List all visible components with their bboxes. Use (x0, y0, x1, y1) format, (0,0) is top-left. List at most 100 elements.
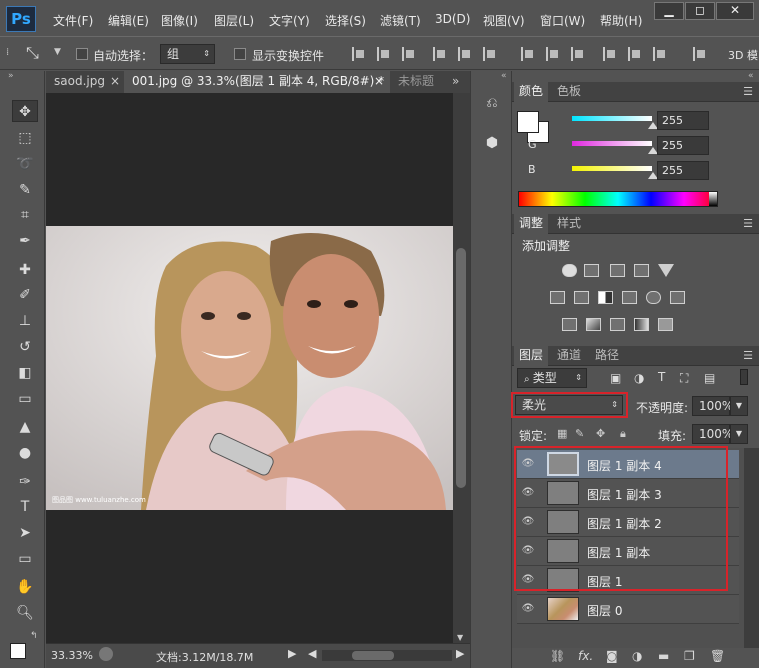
visibility-eye-icon[interactable]: 👁︎ (520, 459, 536, 469)
move-tool-preset-icon[interactable]: ⤡ (26, 43, 39, 63)
layer-row[interactable]: 👁︎ 图层 1 副本 (517, 537, 739, 566)
swap-colors-icon[interactable]: ↰ (30, 631, 38, 641)
panel-menu-icon[interactable]: ☰ (743, 349, 753, 362)
menu-file[interactable]: 文件(F) (53, 12, 93, 29)
layer-row[interactable]: 👁︎ 图层 1 副本 2 (517, 508, 739, 537)
visibility-eye-icon[interactable]: 👁︎ (520, 517, 536, 527)
close-button[interactable]: ✕ (716, 2, 754, 20)
blend-mode-dropdown[interactable]: 柔光 ⇕ (515, 395, 623, 415)
align-top-icon[interactable] (433, 47, 447, 61)
crop-tool-icon[interactable]: ⌗ (12, 204, 38, 226)
color-spectrum-bar[interactable] (518, 191, 718, 207)
layer-row[interactable]: 👁︎ 图层 1 (517, 566, 739, 595)
show-transform-checkbox[interactable] (234, 48, 246, 60)
menu-image[interactable]: 图像(I) (161, 12, 198, 29)
lock-pixels-icon[interactable]: ✎ (575, 427, 584, 440)
dodge-tool-icon[interactable]: ● (12, 442, 38, 464)
stamp-tool-icon[interactable]: ⊥ (12, 310, 38, 332)
close-icon[interactable]: × (374, 71, 384, 92)
fill-dropdown-icon[interactable]: ▼ (730, 424, 748, 444)
lock-position-icon[interactable]: ✥ (596, 427, 605, 440)
green-slider[interactable] (572, 141, 652, 146)
menu-window[interactable]: 窗口(W) (540, 12, 585, 29)
posterize-icon[interactable] (586, 318, 601, 331)
spectrum-bw-strip[interactable] (709, 192, 717, 206)
collapse-strip-icon[interactable]: « (501, 71, 507, 81)
close-icon[interactable]: × (110, 71, 120, 92)
new-layer-icon[interactable]: ❐ (684, 649, 695, 663)
vibrance-icon[interactable] (658, 264, 674, 277)
foreground-color-swatch[interactable] (10, 643, 26, 659)
canvas-image[interactable]: 图品图 www.tuluanzhe.com (46, 226, 453, 510)
filter-adjustment-icon[interactable]: ◑ (634, 371, 644, 385)
blur-tool-icon[interactable]: ▲ (12, 416, 38, 438)
distribute-bottom-icon[interactable] (571, 47, 585, 61)
vertical-scrollbar[interactable]: ▼ (453, 93, 470, 643)
tab-channels[interactable]: 通道 (552, 346, 586, 366)
blue-value-input[interactable]: 255 (657, 161, 709, 180)
hscroll-right-icon[interactable]: ▶ (456, 647, 464, 660)
visibility-eye-icon[interactable]: 👁︎ (520, 488, 536, 498)
opacity-input[interactable]: 100% (692, 396, 733, 416)
fx-icon[interactable]: fx. (578, 649, 593, 663)
gradient-tool-icon[interactable]: ▭ (12, 388, 38, 410)
collapse-panels-icon[interactable]: « (748, 71, 754, 81)
auto-align-icon[interactable] (693, 47, 707, 61)
adjustment-icon[interactable]: ◑ (632, 649, 642, 663)
pen-tool-icon[interactable]: ✑ (12, 471, 38, 493)
scrollbar-thumb[interactable] (456, 248, 466, 488)
eraser-tool-icon[interactable]: ◧ (12, 362, 38, 384)
lasso-tool-icon[interactable]: ➰ (12, 153, 38, 175)
align-left-icon[interactable] (352, 47, 366, 61)
menu-select[interactable]: 选择(S) (325, 12, 366, 29)
align-hcenter-icon[interactable] (377, 47, 391, 61)
tab-untitled[interactable]: 未标题 (390, 71, 446, 93)
quick-select-tool-icon[interactable]: ✎ (12, 179, 38, 201)
group-icon[interactable]: ▬ (658, 649, 669, 663)
menu-edit[interactable]: 编辑(E) (108, 12, 149, 29)
scroll-down-icon[interactable]: ▼ (457, 633, 463, 642)
align-bottom-icon[interactable] (483, 47, 497, 61)
filter-shape-icon[interactable]: ⛶ (680, 371, 688, 386)
tab-paths[interactable]: 路径 (590, 346, 624, 366)
layer-row[interactable]: 👁︎ 图层 0 (517, 595, 739, 624)
tab-color[interactable]: 颜色 (514, 82, 549, 102)
layer-filter-dropdown[interactable]: ⌕ 类型 ⇕ (517, 368, 587, 388)
photo-filter-icon[interactable] (622, 291, 637, 304)
distribute-top-icon[interactable] (521, 47, 535, 61)
color-lookup-icon[interactable] (670, 291, 685, 304)
curves-icon[interactable] (610, 264, 625, 277)
marquee-tool-icon[interactable]: ⬚ (12, 127, 38, 149)
menu-3d[interactable]: 3D(D) (435, 12, 470, 26)
distribute-hcenter-icon[interactable] (628, 47, 642, 61)
mask-icon[interactable]: ◙ (606, 649, 618, 663)
panel-menu-icon[interactable]: ☰ (743, 85, 753, 98)
invert-icon[interactable] (562, 318, 577, 331)
align-vcenter-icon[interactable] (458, 47, 472, 61)
layer-row[interactable]: 👁︎ 图层 1 副本 4 (517, 450, 739, 479)
levels-icon[interactable] (584, 264, 599, 277)
menu-type[interactable]: 文字(Y) (269, 12, 310, 29)
lock-transparent-icon[interactable]: ▦ (557, 427, 567, 440)
black-white-icon[interactable] (598, 291, 613, 304)
channel-mixer-icon[interactable] (646, 291, 661, 304)
history-brush-tool-icon[interactable]: ↺ (12, 336, 38, 358)
menu-layer[interactable]: 图层(L) (214, 12, 254, 29)
exposure-icon[interactable] (634, 264, 649, 277)
collapse-toolbox-icon[interactable]: » (8, 71, 14, 81)
auto-select-checkbox[interactable] (76, 48, 88, 60)
status-arrow-icon[interactable]: ▶ (288, 647, 296, 660)
tab-001[interactable]: 001.jpg @ 33.3%(图层 1 副本 4, RGB/8#) * × (124, 71, 390, 93)
layers-scrollbar[interactable] (744, 448, 759, 648)
tab-swatches[interactable]: 色板 (552, 82, 586, 102)
align-right-icon[interactable] (402, 47, 416, 61)
chevron-down-icon[interactable]: ▼ (54, 47, 61, 57)
distribute-right-icon[interactable] (653, 47, 667, 61)
tab-adjustments[interactable]: 调整 (514, 214, 549, 234)
visibility-eye-icon[interactable]: 👁︎ (520, 546, 536, 556)
path-select-tool-icon[interactable]: ➤ (12, 522, 38, 544)
tab-styles[interactable]: 样式 (552, 214, 586, 234)
distribute-vcenter-icon[interactable] (546, 47, 560, 61)
fg-color-swatch-front[interactable] (517, 111, 539, 133)
hue-saturation-icon[interactable] (550, 291, 565, 304)
